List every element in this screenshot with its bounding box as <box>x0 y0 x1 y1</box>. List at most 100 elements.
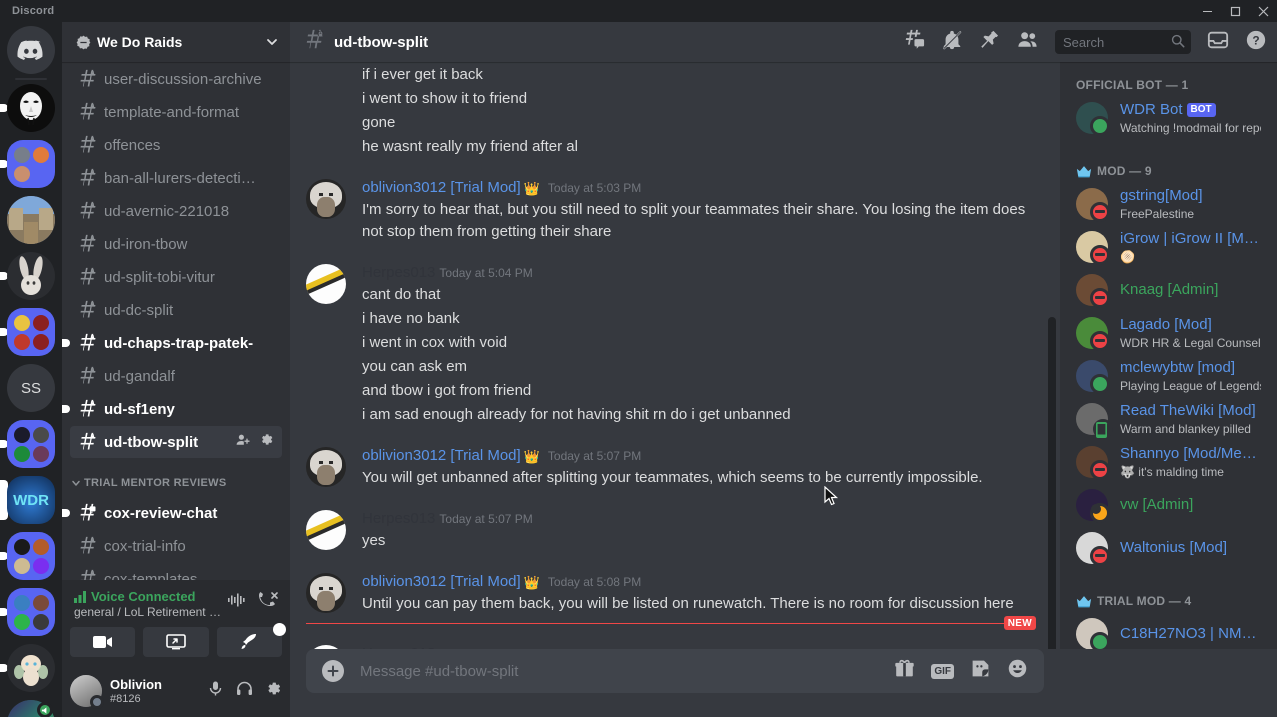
search-input[interactable]: Search <box>1055 30 1191 54</box>
message-author[interactable]: oblivion3012 [Trial Mod] <box>362 177 521 199</box>
avatar[interactable] <box>1076 317 1110 351</box>
guild-header[interactable]: We Do Raids <box>62 22 290 62</box>
sidebar-channel-cox-review-chat[interactable]: cox-review-chat <box>62 497 282 529</box>
sidebar-channel-ud-iron-tbow[interactable]: ud-iron-tbow <box>70 228 282 260</box>
gear-icon[interactable] <box>259 432 274 452</box>
plus-circle-icon[interactable] <box>322 660 344 682</box>
server-folder-4[interactable] <box>0 528 62 584</box>
maximize-button[interactable] <box>1221 0 1249 22</box>
avatar[interactable] <box>306 508 346 552</box>
server-rail[interactable]: SS WDR <box>0 22 62 717</box>
avatar[interactable] <box>306 177 346 243</box>
sidebar-channel-ud-dc-split[interactable]: ud-dc-split <box>70 294 282 326</box>
member-list-item[interactable]: Waltonius [Mod] <box>1068 527 1269 569</box>
server-folder-5[interactable] <box>0 584 62 640</box>
close-button[interactable] <box>1249 0 1277 22</box>
threads-icon[interactable] <box>903 29 925 56</box>
sidebar-channel-ud-split-tobi-vitur[interactable]: ud-split-tobi-vitur <box>70 261 282 293</box>
sidebar-channel-ud-gandalf[interactable]: ud-gandalf <box>70 360 282 392</box>
channel-category-trial-mentor-reviews[interactable]: Trial Mentor Reviews <box>62 470 290 496</box>
turn-on-camera-button[interactable] <box>70 627 136 657</box>
member-list-item[interactable]: vw [Admin] <box>1068 484 1269 526</box>
sidebar-channel-user-discussion-archive[interactable]: user-discussion-archive <box>70 63 282 95</box>
member-list-item[interactable]: gstring[Mod] FreePalestine <box>1068 183 1269 225</box>
member-list-item[interactable]: Lagado [Mod] WDR HR & Legal Counsel <box>1068 312 1269 354</box>
server-folder-3[interactable] <box>0 416 62 472</box>
sidebar-channel-cox-templates[interactable]: cox-templates <box>70 563 282 580</box>
sidebar-channel-ud-chaps-trap-patek-[interactable]: ud-chaps-trap-patek- <box>62 327 282 359</box>
sidebar-channel-cox-trial-info[interactable]: cox-trial-info <box>70 530 282 562</box>
channel-list[interactable]: user-discussion-archive template-and-form… <box>62 62 290 580</box>
member-list-item[interactable]: Knaag [Admin] <box>1068 269 1269 311</box>
avatar[interactable] <box>1076 274 1110 308</box>
pin-icon[interactable] <box>979 29 1000 55</box>
message-author[interactable]: Herpes013 <box>362 262 435 284</box>
avatar[interactable] <box>306 643 346 649</box>
share-screen-button[interactable] <box>143 627 209 657</box>
emoji-icon[interactable] <box>1007 658 1028 684</box>
server-rabbit[interactable] <box>0 248 62 304</box>
avatar[interactable] <box>1076 360 1110 394</box>
members-icon[interactable] <box>1016 28 1039 56</box>
current-user-panel[interactable]: Oblivion #8126 <box>62 665 290 717</box>
add-person-icon[interactable] <box>235 432 251 452</box>
message-scrollbar[interactable] <box>1048 317 1056 649</box>
avatar[interactable] <box>1076 188 1110 222</box>
avatar[interactable] <box>1076 489 1110 523</box>
message-author[interactable]: oblivion3012 [Trial Mod] <box>362 445 521 467</box>
headphones-icon[interactable] <box>236 680 253 702</box>
server-fairy[interactable] <box>0 640 62 696</box>
sidebar-channel-ud-avernic-221018[interactable]: ud-avernic-221018 <box>70 195 282 227</box>
phone-hangup-icon[interactable] <box>258 592 278 613</box>
sidebar-channel-template-and-format[interactable]: template-and-format <box>70 96 282 128</box>
soundwave-icon[interactable] <box>228 592 246 613</box>
activities-button[interactable] <box>216 623 286 657</box>
gear-icon[interactable] <box>265 680 282 702</box>
message-author[interactable]: Herpes013 <box>362 508 435 530</box>
message-author[interactable]: Herpes013 <box>362 643 435 649</box>
avatar[interactable] <box>1076 102 1110 136</box>
message-list[interactable]: if i ever get it back i went to show it t… <box>290 62 1060 649</box>
sidebar-channel-ban-all-lurers-detecti-[interactable]: ban-all-lurers-detecti… <box>70 162 282 194</box>
gif-icon[interactable]: GIF <box>931 663 954 679</box>
hash-icon <box>78 300 98 320</box>
message-input-placeholder[interactable]: Message #ud-tbow-split <box>360 663 894 680</box>
sidebar-channel-ud-tbow-split[interactable]: ud-tbow-split <box>70 426 282 458</box>
server-folder-2[interactable] <box>0 304 62 360</box>
avatar[interactable] <box>306 571 346 615</box>
help-icon[interactable]: ? <box>1245 29 1267 56</box>
member-list-item[interactable]: iGrow | iGrow II [Mod] 🫓 <box>1068 226 1269 268</box>
microphone-icon[interactable] <box>207 680 224 702</box>
member-list[interactable]: OFFICIAL BOT — 1 WDR Bot BOT Watching !modm… <box>1060 62 1277 649</box>
minimize-button[interactable] <box>1193 0 1221 22</box>
server-folder-1[interactable] <box>0 136 62 192</box>
member-list-item[interactable]: mclewybtw [mod] Playing League of Legends <box>1068 355 1269 397</box>
avatar[interactable] <box>1076 532 1110 566</box>
avatar[interactable] <box>1076 231 1110 265</box>
message-author[interactable]: oblivion3012 [Trial Mod] <box>362 571 521 593</box>
member-list-item[interactable]: Read TheWiki [Mod] Warm and blankey pille… <box>1068 398 1269 440</box>
avatar[interactable] <box>306 262 346 426</box>
server-castle[interactable] <box>0 192 62 248</box>
sidebar-channel-ud-sf1eny[interactable]: ud-sf1eny <box>62 393 282 425</box>
member-list-item[interactable]: Shannyo [Mod/Mentor] 🐺 it's malding time <box>1068 441 1269 483</box>
sticker-icon[interactable] <box>970 658 991 684</box>
member-list-item[interactable]: C18H27NO3 | NMZ av… <box>1068 613 1269 649</box>
gift-icon[interactable] <box>894 658 915 684</box>
avatar[interactable] <box>70 675 104 709</box>
bell-muted-icon[interactable] <box>941 29 963 56</box>
sidebar-channel-offences[interactable]: offences <box>70 129 282 161</box>
server-ss[interactable]: SS <box>0 360 62 416</box>
avatar[interactable] <box>1076 618 1110 649</box>
avatar[interactable] <box>306 445 346 489</box>
chevron-down-icon[interactable] <box>264 34 280 50</box>
avatar[interactable] <box>1076 403 1113 439</box>
server-voice[interactable] <box>0 696 62 717</box>
server-home-button[interactable] <box>0 22 62 78</box>
message-input-box[interactable]: Message #ud-tbow-split GIF <box>306 649 1044 693</box>
server-wdr[interactable]: WDR <box>0 472 62 528</box>
server-anonymous[interactable] <box>0 80 62 136</box>
inbox-icon[interactable] <box>1207 29 1229 56</box>
avatar[interactable] <box>1076 446 1110 480</box>
member-list-item[interactable]: WDR BotBOTWatching !modmail for reports <box>1068 97 1269 139</box>
